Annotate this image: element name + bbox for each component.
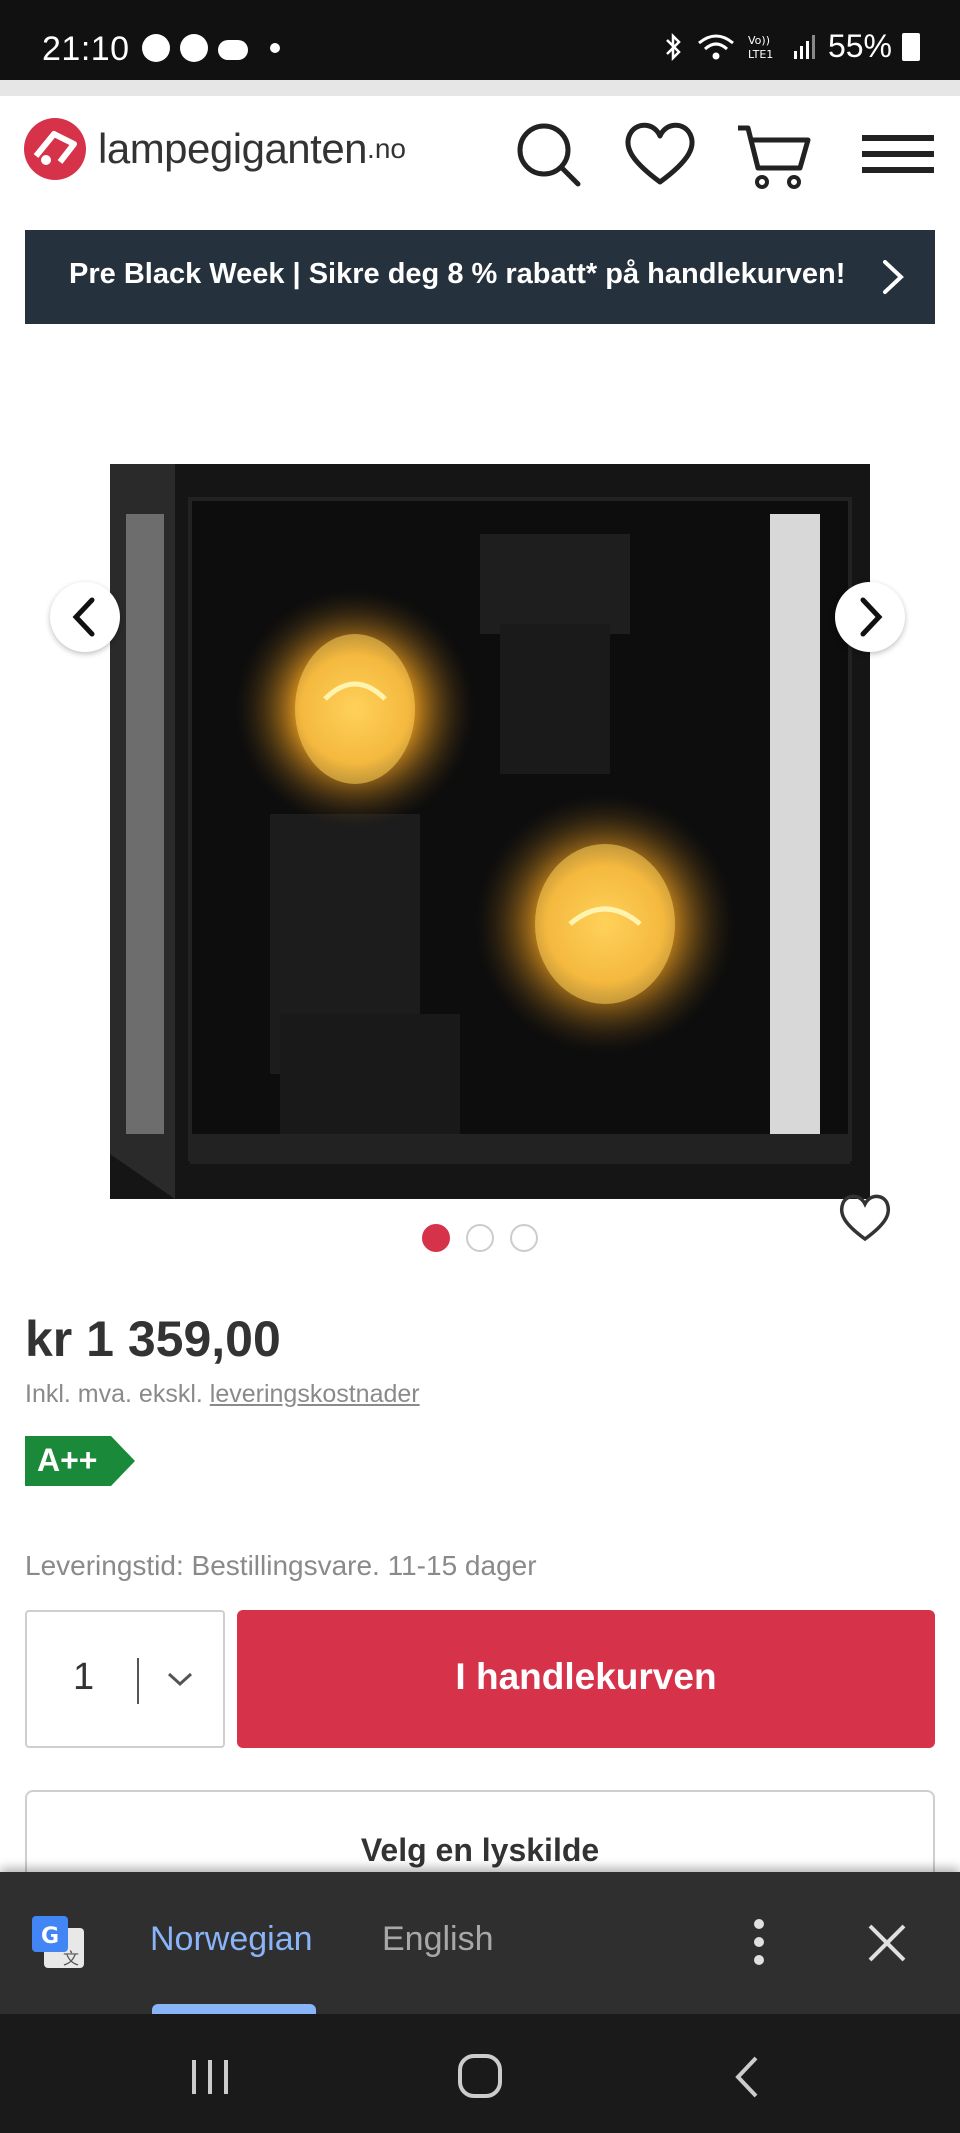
- battery-icon: [902, 32, 920, 61]
- system-status: Vo)) LTE1 55%: [660, 28, 920, 65]
- translate-bar: G 文 Norwegian English: [0, 1872, 960, 2014]
- google-translate-icon: G 文: [32, 1916, 84, 1968]
- add-to-cart-label: I handlekurven: [455, 1656, 717, 1697]
- quantity-select[interactable]: 1: [25, 1610, 225, 1748]
- cart-icon[interactable]: [734, 114, 814, 194]
- quantity-value: 1: [73, 1656, 95, 1698]
- notification-icons: [142, 34, 280, 62]
- svg-text:LTE1: LTE1: [748, 48, 773, 61]
- delivery-time: Leveringstid: Bestillingsvare. 11-15 dag…: [25, 1550, 537, 1581]
- add-to-cart-button[interactable]: I handlekurven: [237, 1610, 935, 1748]
- wifi-icon: [698, 34, 734, 59]
- promo-banner[interactable]: Pre Black Week | Sikre deg 8 % rabatt* p…: [25, 230, 935, 324]
- product-price: kr 1 359,00: [25, 1311, 281, 1367]
- product-image: [110, 464, 870, 1199]
- add-to-wishlist-icon[interactable]: [835, 1189, 895, 1245]
- messenger-icon: [142, 34, 170, 62]
- gallery-next-button[interactable]: [835, 582, 905, 652]
- gallery-dot-3[interactable]: [510, 1224, 538, 1252]
- active-tab-indicator: [152, 2004, 316, 2014]
- browser-strip: [0, 80, 960, 96]
- choose-light-source-label: Velg en lyskilde: [360, 1832, 600, 1868]
- gallery-dot-1[interactable]: [422, 1224, 450, 1252]
- lte-icon: Vo))LTE1: [748, 34, 773, 61]
- gallery-pagination: [422, 1224, 538, 1252]
- system-nav-bar: [0, 2014, 960, 2133]
- battery-percent: 55%: [827, 28, 892, 64]
- logo-tld: .no: [367, 133, 406, 164]
- product-gallery[interactable]: [0, 324, 960, 1264]
- home-icon[interactable]: [450, 2052, 510, 2102]
- messenger-icon: [180, 34, 208, 62]
- vat-info: Inkl. mva. ekskl. leveringskostnader: [25, 1380, 420, 1409]
- quantity-divider: [137, 1658, 139, 1704]
- vat-text: Inkl. mva. ekskl.: [25, 1380, 210, 1408]
- tab-english[interactable]: English: [382, 1920, 494, 1959]
- tab-norwegian[interactable]: Norwegian: [150, 1920, 313, 1959]
- energy-class: A++: [37, 1442, 98, 1478]
- chevron-right-icon: [883, 260, 904, 294]
- svg-text:G: G: [41, 1924, 59, 1949]
- site-logo[interactable]: lampegiganten .no: [24, 118, 406, 180]
- logo-mark-icon: [24, 118, 86, 180]
- cloud-icon: [218, 40, 248, 60]
- delivery-costs-link[interactable]: leveringskostnader: [210, 1380, 420, 1408]
- search-icon[interactable]: [508, 114, 588, 194]
- status-time: 21:10: [42, 30, 130, 68]
- gallery-dot-2[interactable]: [466, 1224, 494, 1252]
- svg-text:文: 文: [63, 1949, 79, 1968]
- bluetooth-icon: [666, 32, 681, 61]
- promo-text: Pre Black Week | Sikre deg 8 % rabatt* p…: [69, 258, 846, 290]
- status-bar: 21:10 Vo)) LTE1 55%: [0, 0, 960, 80]
- chevron-right-icon: [860, 597, 883, 637]
- back-icon[interactable]: [718, 2052, 778, 2102]
- wishlist-icon[interactable]: [620, 114, 700, 194]
- more-options-icon[interactable]: [744, 1912, 774, 1972]
- gallery-prev-button[interactable]: [50, 582, 120, 652]
- close-icon[interactable]: [862, 1918, 912, 1968]
- site-header: lampegiganten .no: [0, 96, 960, 230]
- energy-label[interactable]: A++: [25, 1436, 135, 1486]
- menu-icon[interactable]: [858, 114, 938, 194]
- svg-text:Vo)): Vo)): [748, 34, 770, 47]
- signal-icon: [793, 34, 815, 59]
- recent-apps-icon[interactable]: [180, 2052, 240, 2102]
- dot-icon: [270, 43, 280, 53]
- chevron-left-icon: [72, 597, 95, 637]
- chevron-down-icon: [167, 1672, 193, 1687]
- logo-text: lampegiganten: [98, 125, 368, 172]
